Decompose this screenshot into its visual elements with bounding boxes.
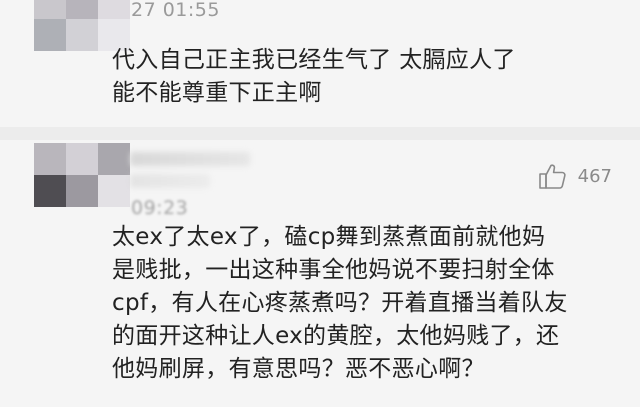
username-redacted bbox=[130, 152, 250, 166]
comment-line: cpf，有人在心疼蒸煮吗？开着直播当着队友 bbox=[112, 290, 568, 316]
comment-line: 代入自己正主我已经生气了 太膈应人了 bbox=[112, 47, 516, 73]
comment-line: 的面开这种让人ex的黄腔，太他妈贱了，还 bbox=[112, 323, 560, 349]
avatar[interactable] bbox=[34, 143, 130, 207]
like-button[interactable]: 467 bbox=[538, 162, 612, 190]
comment-line: 是贱批，一出这种事全他妈说不要扫射全体 bbox=[112, 257, 555, 283]
comment-line: 能不能尊重下正主啊 bbox=[112, 80, 322, 106]
comment-text: 太ex了太ex了，磕cp舞到蒸煮面前就他妈 是贱批，一出这种事全他妈说不要扫射全… bbox=[112, 221, 622, 386]
comment-text: 代入自己正主我已经生气了 太膈应人了 能不能尊重下正主啊 bbox=[112, 44, 622, 110]
comment-line: 太ex了太ex了，磕cp舞到蒸煮面前就他妈 bbox=[112, 224, 546, 250]
thumbs-up-icon bbox=[538, 164, 566, 189]
comment-timestamp: 27 01:55 bbox=[131, 0, 220, 21]
comment-line: 他妈刷屏，有意思吗？恶不恶心啊？ bbox=[112, 356, 485, 382]
like-count: 467 bbox=[577, 165, 612, 187]
comment-item: 09:23 467 太ex了太ex了，磕cp舞到蒸煮面前就他妈 是贱批，一出这种… bbox=[0, 140, 640, 407]
username-redacted bbox=[130, 174, 210, 188]
comment-timestamp: 09:23 bbox=[131, 197, 189, 219]
comment-item: 27 01:55 代入自己正主我已经生气了 太膈应人了 能不能尊重下正主啊 bbox=[0, 0, 640, 127]
